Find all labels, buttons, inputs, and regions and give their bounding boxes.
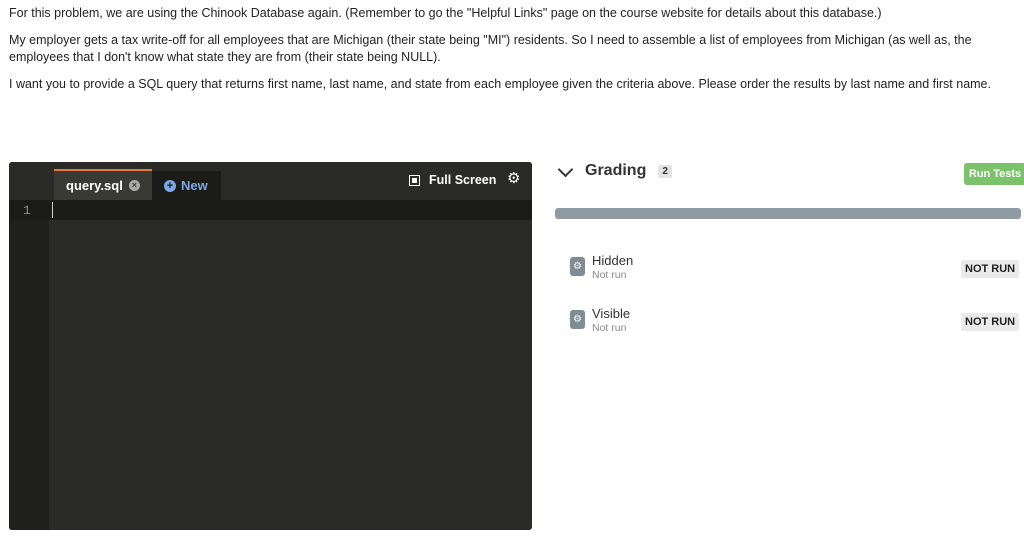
test-substatus: Not run xyxy=(592,322,627,334)
test-count-badge: 2 xyxy=(658,164,672,178)
editor-toolbar: query.sql × + New Full Screen ⚙ xyxy=(9,162,532,200)
instruction-paragraph-3: I want you to provide a SQL query that r… xyxy=(9,77,991,91)
test-substatus: Not run xyxy=(592,269,627,281)
new-tab-label: New xyxy=(181,178,208,193)
instructions: For this problem, we are using the Chino… xyxy=(9,5,1009,103)
close-icon[interactable]: × xyxy=(128,180,140,191)
grading-header[interactable]: Grading 2 xyxy=(557,161,672,180)
fullscreen-label: Full Screen xyxy=(429,173,497,187)
fullscreen-button[interactable]: Full Screen xyxy=(409,173,496,187)
status-badge: NOT RUN xyxy=(961,260,1020,278)
grading-title: Grading xyxy=(585,162,647,179)
instruction-paragraph-1: For this problem, we are using the Chino… xyxy=(9,6,882,20)
test-name: Hidden xyxy=(592,253,634,268)
tab-query-sql[interactable]: query.sql × xyxy=(54,169,152,200)
code-editor: query.sql × + New Full Screen ⚙ 1 xyxy=(9,162,532,530)
text-cursor xyxy=(52,202,53,218)
grading-progress-bar xyxy=(555,208,1021,219)
cog-test-icon: ⚙ xyxy=(570,310,585,329)
gear-icon[interactable]: ⚙ xyxy=(507,171,520,186)
instruction-paragraph-2: My employer gets a tax write-off for all… xyxy=(9,33,972,64)
tab-label: query.sql xyxy=(66,178,123,193)
line-gutter xyxy=(9,200,49,530)
fullscreen-icon xyxy=(409,174,420,186)
plus-circle-icon: + xyxy=(164,179,176,192)
line-number: 1 xyxy=(23,203,31,218)
code-input[interactable] xyxy=(9,200,532,220)
new-tab-button[interactable]: + New xyxy=(152,171,221,200)
status-badge: NOT RUN xyxy=(961,313,1020,331)
run-tests-button[interactable]: Run Tests xyxy=(964,163,1024,185)
cog-test-icon: ⚙ xyxy=(570,257,585,276)
test-item-visible: ⚙ Visible Not run xyxy=(570,306,630,335)
chevron-down-icon[interactable] xyxy=(557,161,574,177)
test-name: Visible xyxy=(592,306,631,321)
test-item-hidden: ⚙ Hidden Not run xyxy=(570,253,633,282)
